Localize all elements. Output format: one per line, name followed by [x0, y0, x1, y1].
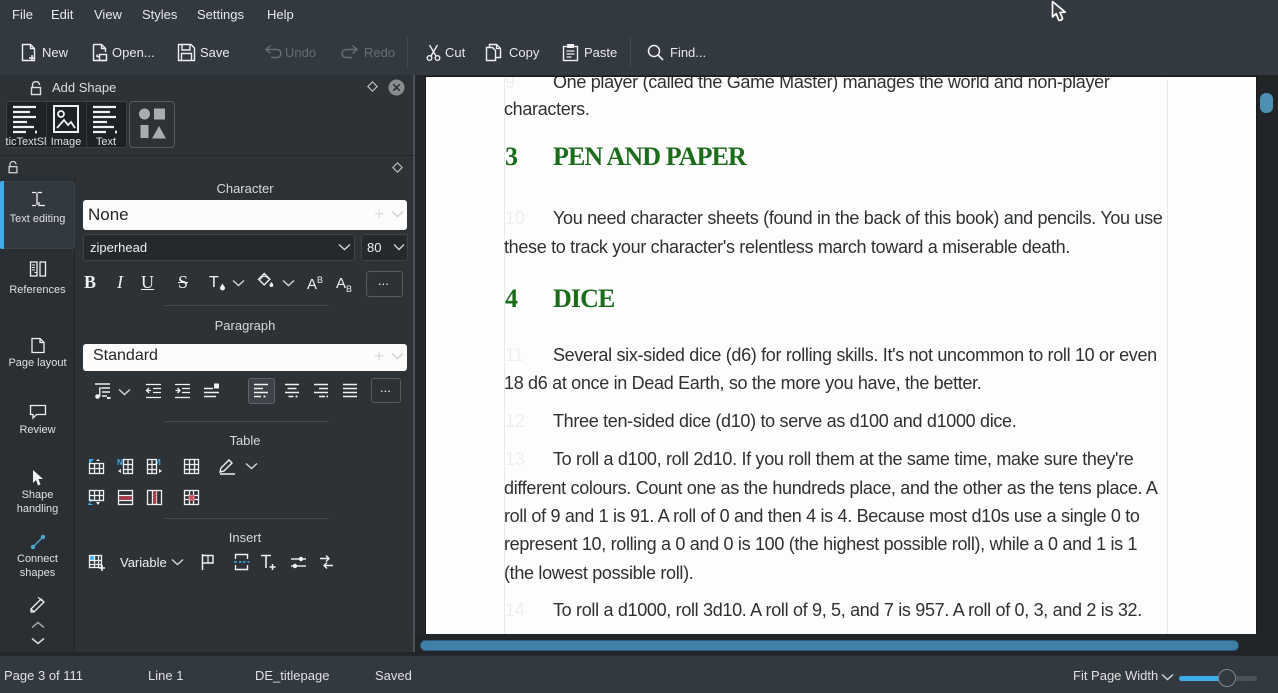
svg-text:Z: Z	[88, 498, 93, 506]
svg-text:N: N	[117, 458, 123, 467]
